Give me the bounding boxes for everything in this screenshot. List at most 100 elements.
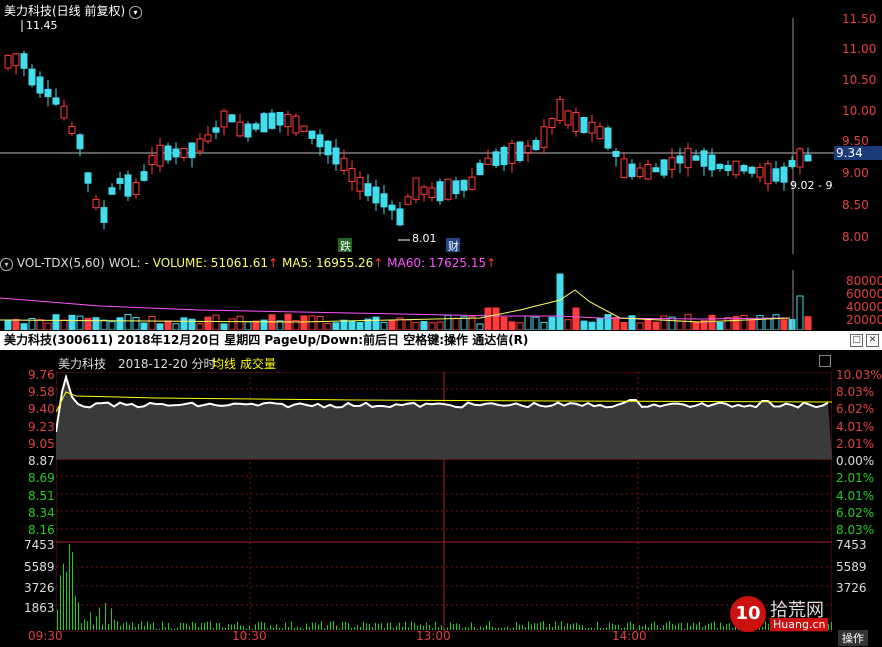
window-toggle-icon[interactable] [819,355,831,367]
operate-button[interactable]: 操作 [838,630,868,646]
candle [668,157,676,170]
candle [100,207,108,223]
candle [700,150,708,167]
kline-title-text: 美力科技(日线 前复权) [4,4,126,18]
kline-chart[interactable]: 11.45 8.01 跌 财 9.02 - 9. [0,18,834,254]
candle [260,113,268,133]
candle [604,127,612,149]
volume-bar [540,321,548,330]
volume-bar [804,316,812,330]
candle [300,125,308,132]
candle [428,187,436,198]
vol-indicator-name[interactable]: VOL-TDX(5,60) [17,256,105,270]
price-tick: 9.58 [28,385,55,399]
cai-mark: 财 [448,239,459,253]
candle [20,53,28,69]
candle [148,155,156,165]
intraday-volume-bar [57,609,58,630]
volume-bar [716,321,724,330]
volume-bar [596,317,604,330]
vol-tick: 3726 [836,581,867,595]
volume-bar [644,319,652,330]
candle [76,134,84,150]
legend-volume[interactable]: 成交量 [240,355,276,372]
candle [92,198,100,209]
volume-bar [124,314,132,330]
candle [412,177,420,200]
candle [684,147,692,169]
price-tick: 9.23 [28,420,55,434]
candle [436,181,444,202]
volume-bar [556,273,564,330]
volume-bar [692,321,700,330]
candle [452,180,460,195]
intraday-pct-axis: 10.03% 8.03% 6.02% 4.01% 2.01% 0.00% 2.0… [834,368,882,632]
candle [580,117,588,133]
volume-bar [204,316,212,330]
volume-bar [796,295,804,330]
vol-tick: 5589 [836,560,867,574]
volume-bar [524,315,532,330]
candle [196,138,204,152]
vol-tick: 1863 [24,601,55,615]
pct-tick: 6.02% [836,506,875,520]
candle [44,88,52,98]
candle [476,162,484,176]
logo-badge: 10 [730,596,766,632]
legend-avg-line[interactable]: 均线 [212,355,236,372]
candle [732,160,740,176]
volume-bar [580,320,588,330]
volume-header: ▾ VOL-TDX(5,60) WOL: - VOLUME: 51061.61↑… [0,256,496,271]
pct-tick: 8.03% [836,385,875,399]
volume-bar [52,314,60,330]
candle [356,176,364,192]
intraday-header: 美力科技 2018-12-20 分时 均线 成交量 [0,351,882,372]
candle [716,163,724,170]
candle [740,165,748,172]
price-tick: 9.50 [842,134,869,148]
volume-bar [756,315,764,330]
candle [12,53,20,67]
candle [796,148,804,168]
candle [116,178,124,184]
candle [420,186,428,195]
volume-chart[interactable] [0,270,834,330]
vol-volume: VOLUME: 51061.61 [152,256,269,270]
volume-bar [772,314,780,330]
candle [164,145,172,161]
candle [292,115,300,134]
candle [652,167,660,173]
intraday-chart[interactable] [56,372,832,632]
volume-bar [84,317,92,330]
die-mark: 跌 [340,239,351,253]
candle [36,76,44,94]
volume-bar [20,323,28,330]
candle [628,163,636,177]
pct-tick: 10.03% [836,368,882,382]
time-axis: 09:30 10:30 13:00 14:00 [28,629,832,647]
volume-bar [764,318,772,330]
vol-tick: 7453 [24,538,55,552]
volume-bar [660,315,668,330]
price-tick: 11.00 [842,42,877,56]
intraday-volume-bar [105,602,106,630]
vol-axis-tick: 40000 [846,300,882,314]
candle [660,159,668,176]
candle [188,142,196,159]
volume-bar [372,316,380,330]
intraday-volume-bar [96,616,97,630]
intraday-stock-name: 美力科技 [58,357,107,371]
volume-bar [340,319,348,330]
kline-title[interactable]: 美力科技(日线 前复权) ▾ [4,2,143,19]
volume-bar [100,319,108,330]
price-tick: 8.87 [28,454,55,468]
candle [612,151,620,157]
volume-bar [300,315,308,330]
intraday-window-titlebar[interactable]: 美力科技(300611) 2018年12月20日 星期四 PageUp/Down… [0,331,882,350]
candle [340,157,348,171]
volume-bar [452,317,460,330]
close-icon[interactable]: ✕ [866,334,879,347]
vol-tick: 7453 [836,538,867,552]
maximize-icon[interactable]: □ [850,334,863,347]
candle [620,158,628,179]
